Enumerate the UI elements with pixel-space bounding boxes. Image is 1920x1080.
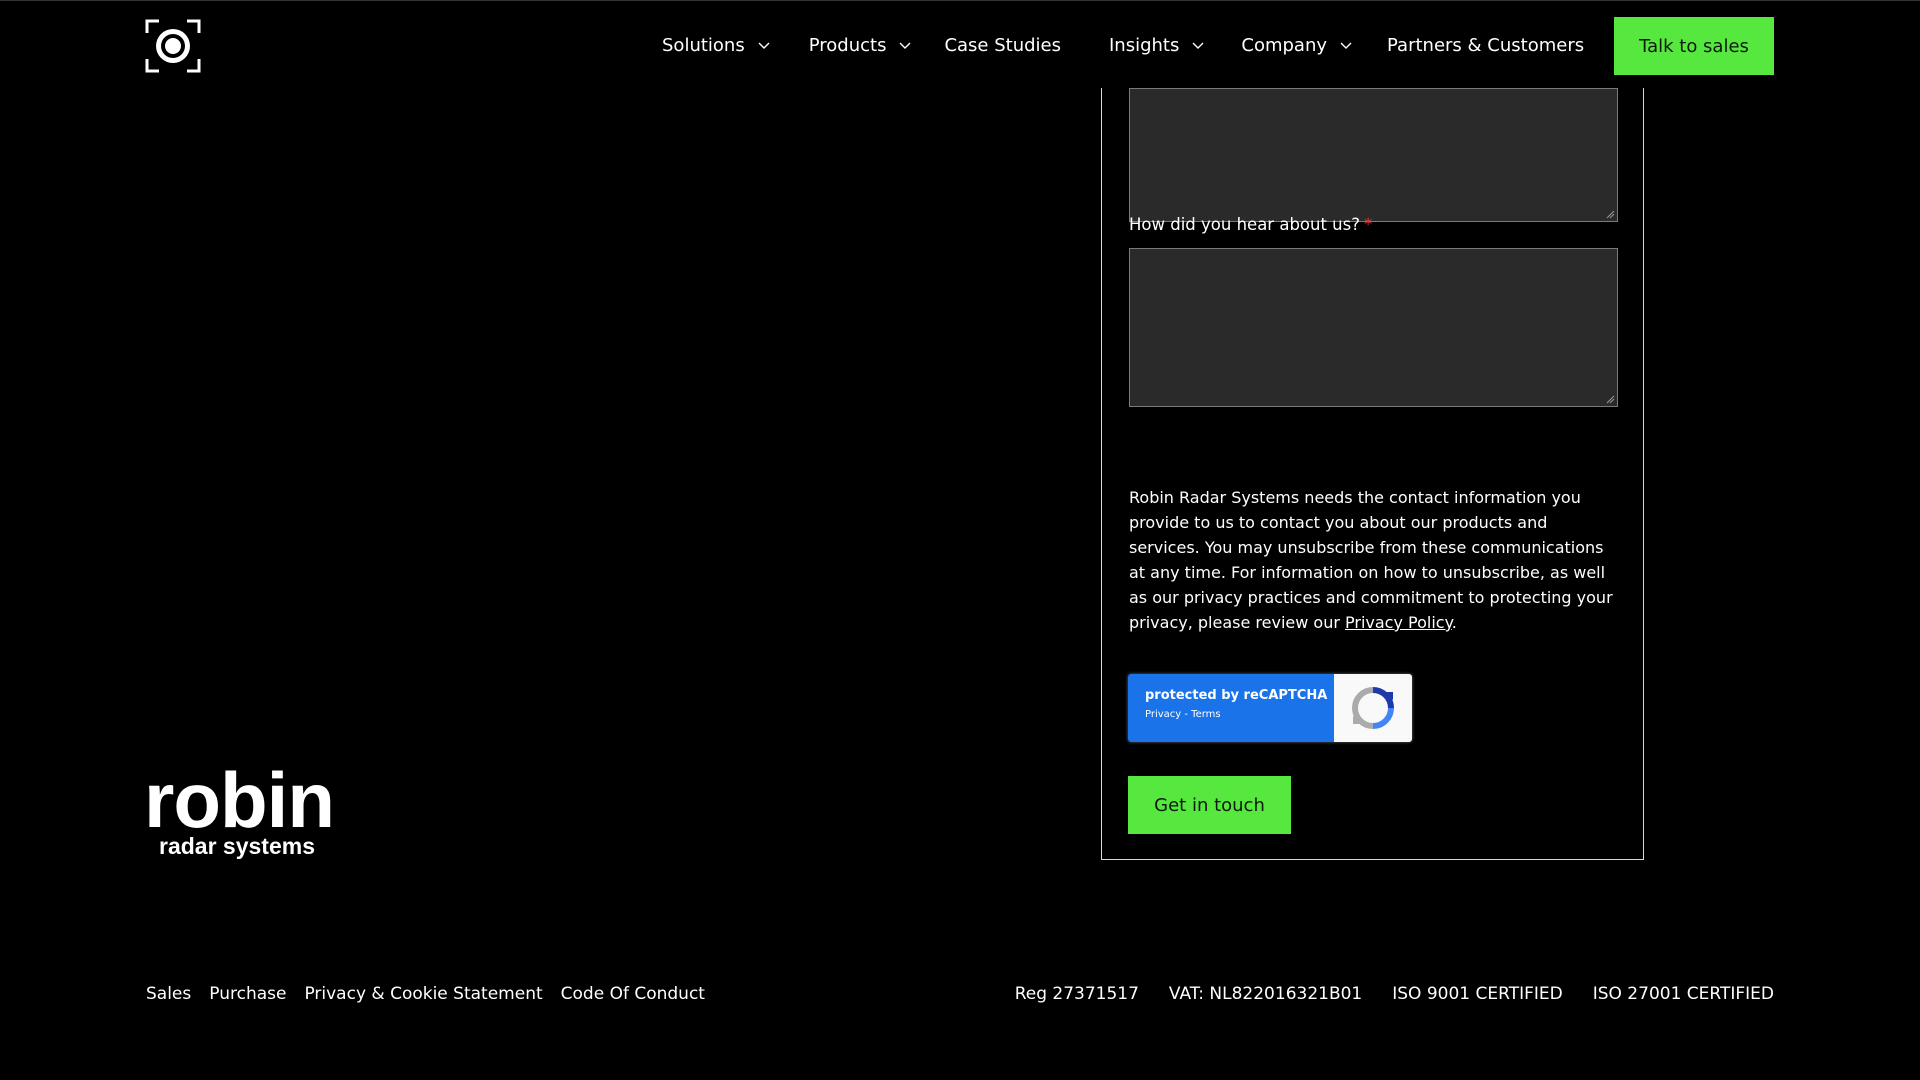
brand-tagline: radar systems	[159, 833, 315, 859]
hear-about-label-text: How did you hear about us?	[1129, 215, 1360, 234]
nav-item-label: Products	[808, 34, 887, 56]
main-nav: Solutions Products Case Studies Insights…	[662, 1, 1584, 89]
required-marker: *	[1364, 215, 1373, 234]
privacy-notice-text: Robin Radar Systems needs the contact in…	[1129, 488, 1613, 632]
footer-iso-27001: ISO 27001 CERTIFIED	[1592, 984, 1774, 1004]
message-textarea[interactable]	[1129, 88, 1618, 222]
recaptcha-text-panel: protected by reCAPTCHA Privacy - Terms	[1128, 674, 1334, 742]
talk-to-sales-button[interactable]: Talk to sales	[1614, 17, 1774, 75]
hear-about-textarea[interactable]	[1129, 248, 1618, 407]
nav-item-label: Case Studies	[944, 34, 1061, 56]
privacy-notice-end: .	[1451, 613, 1457, 632]
footer-links: Sales Purchase Privacy & Cookie Statemen…	[146, 984, 723, 1004]
recaptcha-links[interactable]: Privacy - Terms	[1145, 709, 1334, 720]
chevron-down-icon	[1340, 42, 1352, 49]
recaptcha-logo-icon	[1352, 687, 1394, 729]
footer-vat-number: VAT: NL822016321B01	[1168, 984, 1363, 1004]
nav-item-label: Company	[1241, 34, 1328, 56]
footer-reg-number: Reg 27371517	[1014, 984, 1139, 1004]
privacy-notice: Robin Radar Systems needs the contact in…	[1129, 485, 1621, 635]
nav-item-label: Partners & Customers	[1387, 34, 1585, 56]
brand-name: robin	[144, 756, 335, 844]
hear-about-label: How did you hear about us? *	[1129, 215, 1372, 234]
footer-link-sales[interactable]: Sales	[146, 984, 191, 1004]
chevron-down-icon	[899, 42, 911, 49]
footer-link-privacy-cookie[interactable]: Privacy & Cookie Statement	[304, 984, 542, 1004]
nav-item-insights[interactable]: Insights	[1109, 35, 1205, 56]
nav-item-label: Insights	[1109, 34, 1180, 56]
nav-item-products[interactable]: Products	[809, 35, 913, 56]
brand-logo[interactable]: robin radar systems	[144, 756, 335, 859]
get-in-touch-button[interactable]: Get in touch	[1128, 776, 1291, 834]
recaptcha-title: protected by reCAPTCHA	[1145, 688, 1328, 703]
site-header: Solutions Products Case Studies Insights…	[0, 0, 1920, 88]
page: Solutions Products Case Studies Insights…	[0, 0, 1920, 1080]
footer-link-purchase[interactable]: Purchase	[209, 984, 286, 1004]
resize-handle-icon[interactable]	[1606, 395, 1615, 404]
footer-link-code-of-conduct[interactable]: Code Of Conduct	[561, 984, 705, 1004]
nav-item-partners-customers[interactable]: Partners & Customers	[1387, 35, 1584, 56]
camera-focus-logo-icon[interactable]	[145, 19, 201, 73]
footer-iso-9001: ISO 9001 CERTIFIED	[1392, 984, 1563, 1004]
nav-item-solutions[interactable]: Solutions	[662, 35, 771, 56]
footer-company-info: Reg 27371517 VAT: NL822016321B01 ISO 900…	[985, 984, 1774, 1004]
privacy-policy-link[interactable]: Privacy Policy	[1345, 613, 1452, 632]
nav-item-label: Solutions	[662, 34, 745, 56]
resize-handle-icon[interactable]	[1606, 210, 1615, 219]
contact-form: How did you hear about us? * Robin Radar …	[1101, 60, 1644, 860]
recaptcha-badge[interactable]: protected by reCAPTCHA Privacy - Terms	[1128, 674, 1412, 742]
chevron-down-icon	[1192, 42, 1204, 49]
nav-item-case-studies[interactable]: Case Studies	[944, 35, 1061, 56]
recaptcha-logo	[1334, 674, 1412, 742]
chevron-down-icon	[758, 42, 770, 49]
nav-item-company[interactable]: Company	[1241, 35, 1353, 56]
